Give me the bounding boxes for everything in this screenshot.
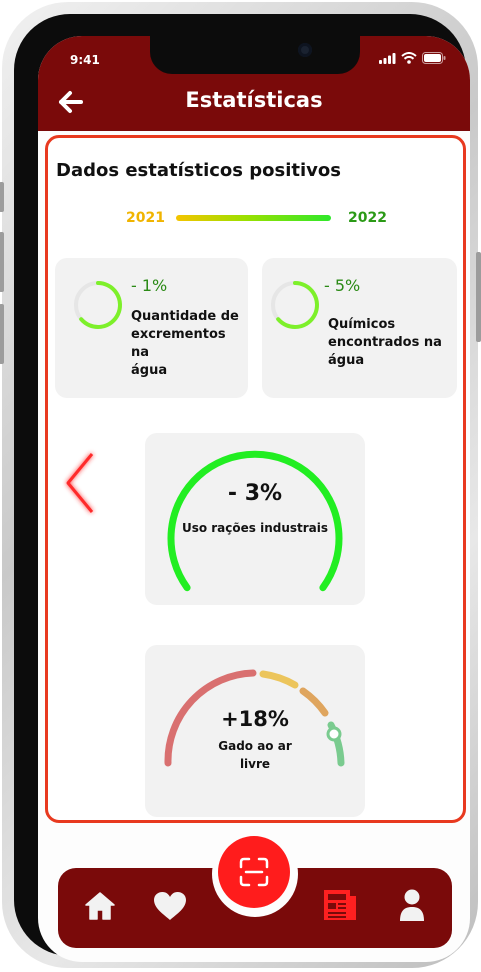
stat-card-chemicals[interactable]: - 5% Químicos encontrados na água <box>262 258 457 398</box>
phone-bezel: 9:41 Estatísticas Dados estatísticos pos… <box>14 14 470 962</box>
stat-card-excrement[interactable]: - 1% Quantidade de excrementos na água <box>55 258 248 398</box>
progress-ring-icon <box>74 281 122 329</box>
camera-icon <box>298 43 312 57</box>
volume-up-button <box>0 232 4 292</box>
card-label: Quantidade de excrementos na água <box>131 308 248 380</box>
user-icon[interactable] <box>398 888 426 922</box>
home-icon[interactable] <box>84 890 116 922</box>
year-end-label: 2022 <box>348 210 387 226</box>
card-label-line: Quantidade de <box>131 309 239 324</box>
card-percent: - 5% <box>324 276 361 295</box>
gauge-card-feed[interactable]: - 3% Uso rações industrais <box>145 433 365 605</box>
signal-icon <box>379 53 396 64</box>
card-percent: - 1% <box>131 276 168 295</box>
status-icons <box>379 52 446 64</box>
newspaper-icon[interactable] <box>322 888 358 922</box>
stats-panel: Dados estatísticos positivos 2021 2022 -… <box>45 135 466 823</box>
panel-heading: Dados estatísticos positivos <box>56 160 341 181</box>
status-time: 9:41 <box>70 53 100 67</box>
gauge-label: Gado ao ar livre <box>145 737 365 773</box>
card-label-line: excrementos na <box>131 327 226 360</box>
gauge-value: +18% <box>221 707 289 731</box>
scan-button[interactable] <box>218 836 290 908</box>
screen: 9:41 Estatísticas Dados estatísticos pos… <box>38 36 470 962</box>
progress-ring-icon <box>271 281 319 329</box>
page-title: Estatísticas <box>185 88 323 112</box>
gauge-card-livestock[interactable]: +18% Gado ao ar livre <box>145 645 365 817</box>
power-button <box>476 252 481 342</box>
gauge-value: - 3% <box>227 481 283 506</box>
card-label: Químicos encontrados na água <box>328 316 442 370</box>
notch <box>150 36 360 74</box>
gauge-label: Uso rações industrais <box>181 521 329 535</box>
chevron-left-icon[interactable] <box>62 448 102 518</box>
gauge-label-line: livre <box>239 757 271 771</box>
scan-icon <box>239 857 269 887</box>
card-label-line: água <box>328 353 365 368</box>
year-start-label: 2021 <box>126 210 165 226</box>
app-header: 9:41 Estatísticas <box>38 36 470 131</box>
volume-down-button <box>0 304 4 364</box>
heart-icon[interactable] <box>152 890 188 922</box>
wifi-icon <box>401 52 417 64</box>
gauge-label-line: Gado ao ar <box>218 739 292 753</box>
phone-frame: 9:41 Estatísticas Dados estatísticos pos… <box>0 2 481 968</box>
mute-switch <box>0 182 4 212</box>
status-bar: 9:41 <box>38 36 470 80</box>
gauge-ring-icon <box>167 450 343 592</box>
card-label-line: encontrados na <box>328 335 442 350</box>
card-label-line: água <box>131 363 168 378</box>
segmented-gauge-icon <box>164 669 345 767</box>
year-gradient-bar <box>176 215 331 221</box>
card-label-line: Químicos <box>328 317 396 332</box>
battery-icon <box>422 52 446 64</box>
